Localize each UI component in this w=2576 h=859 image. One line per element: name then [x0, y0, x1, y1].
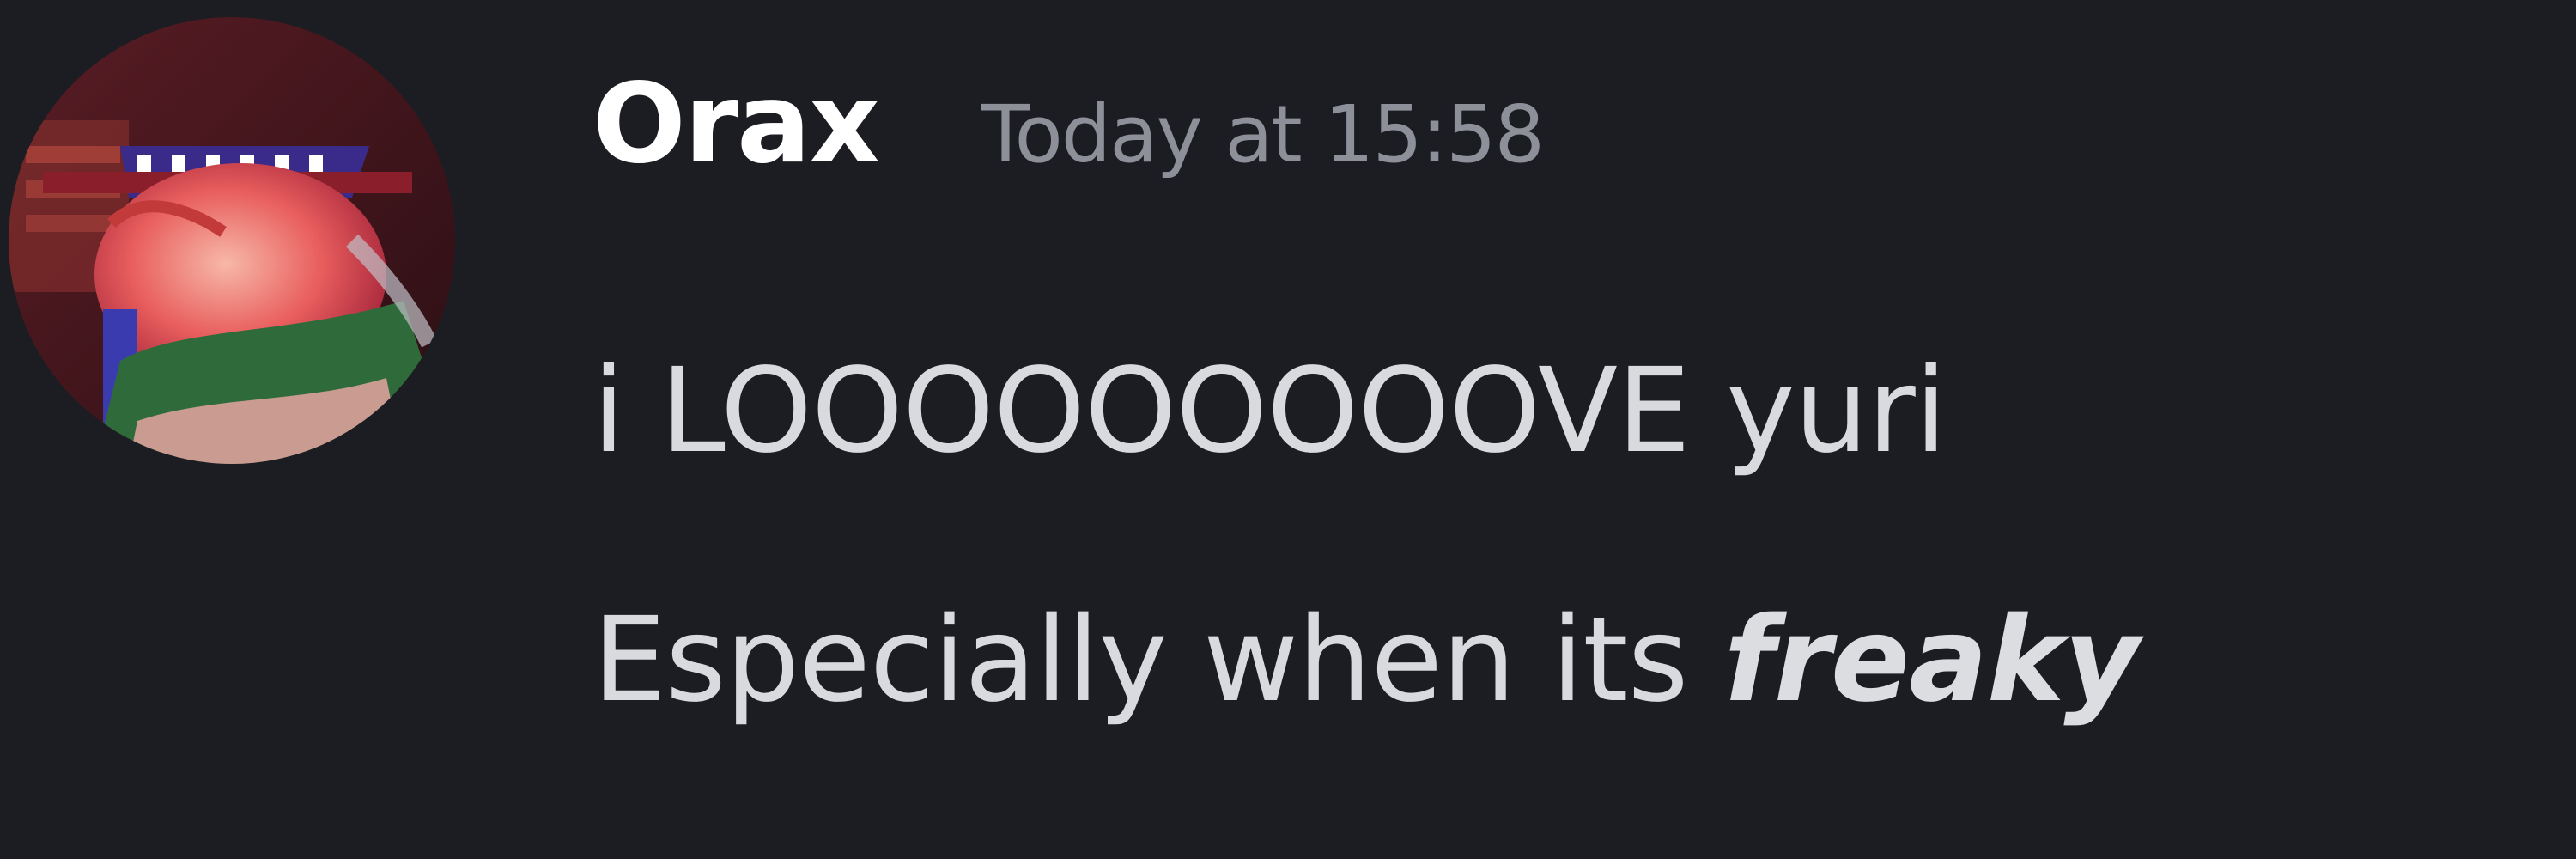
message-text: i LOOOOOOOOOVE yuri — [592, 344, 1947, 479]
username[interactable]: Orax — [592, 60, 880, 188]
emphasized-text: freaky — [1723, 593, 2140, 728]
message-line: i LOOOOOOOOOVE yuri — [592, 344, 1947, 479]
avatar[interactable] — [9, 17, 455, 464]
message-text: Especially when its — [592, 593, 1724, 728]
message-header: Orax Today at 15:58 — [592, 60, 1545, 215]
message-line: Especially when its freaky — [592, 593, 2140, 728]
chat-message: Orax Today at 15:58 i LOOOOOOOOOVE yuri … — [0, 0, 2576, 859]
avatar-image — [9, 17, 455, 464]
timestamp[interactable]: Today at 15:58 — [981, 88, 1545, 180]
